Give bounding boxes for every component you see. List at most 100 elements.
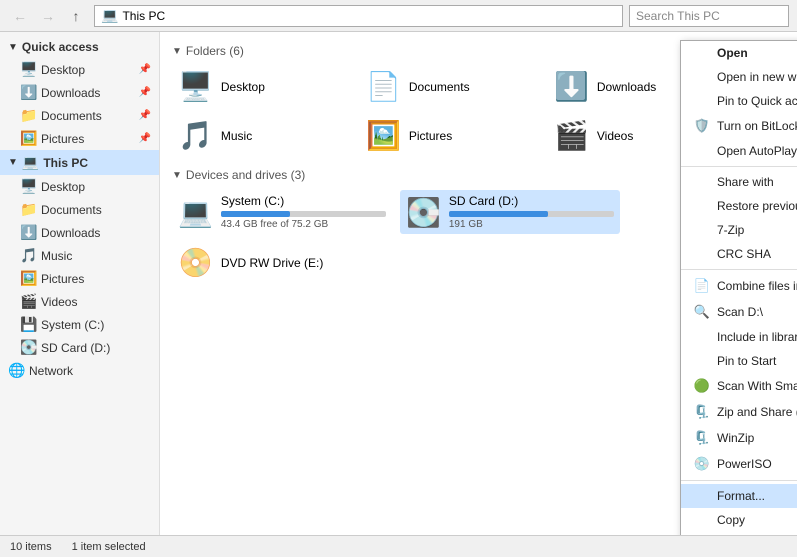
ctx-sep1 <box>681 166 797 167</box>
sidebar-item-videos-pc[interactable]: 🎬 Videos <box>0 290 159 313</box>
folder-documents-icon: 📄 <box>366 70 401 103</box>
network-label: Network <box>29 364 73 378</box>
sidebar-item-music-pc[interactable]: 🎵 Music <box>0 244 159 267</box>
address-bar-text: This PC <box>122 9 165 23</box>
sidebar-item-systemc-pc[interactable]: 💾 System (C:) <box>0 313 159 336</box>
pin-icon: 📌 <box>139 110 151 121</box>
sidebar-item-pictures-qa[interactable]: 🖼️ Pictures 📌 <box>0 127 159 150</box>
folder-pictures[interactable]: 🖼️ Pictures <box>360 115 540 156</box>
folder-desktop-icon: 🖥️ <box>178 70 213 103</box>
pin-icon: 📌 <box>139 87 151 98</box>
statusbar-items: 10 items <box>10 541 52 553</box>
sidebar-label: System (C:) <box>41 318 104 332</box>
folder-name: Downloads <box>597 80 656 94</box>
drive-systemc-progress-bg <box>221 211 386 217</box>
ctx-winzip-icon: 🗜️ <box>693 430 711 446</box>
ctx-scan-smadav-label: Scan With Smadav <box>717 379 797 393</box>
drive-systemc-space: 43.4 GB free of 75.2 GB <box>221 219 386 230</box>
address-bar[interactable]: 💻 This PC <box>94 5 623 27</box>
ctx-open[interactable]: Open <box>681 41 797 65</box>
sidebar-item-desktop-pc[interactable]: 🖥️ Desktop <box>0 175 159 198</box>
ctx-format[interactable]: Format... <box>681 484 797 508</box>
drive-sdd[interactable]: 💽 SD Card (D:) 191 GB <box>400 190 620 234</box>
music-pc-icon: 🎵 <box>20 247 36 264</box>
folder-downloads-icon: ⬇️ <box>554 70 589 103</box>
ctx-crc-sha[interactable]: CRC SHA ► <box>681 242 797 266</box>
ctx-open-new-window[interactable]: Open in new window <box>681 65 797 89</box>
sidebar-item-desktop-qa[interactable]: 🖥️ Desktop 📌 <box>0 58 159 81</box>
ctx-winzip-express-label: Zip and Share (WinZip Express) <box>717 405 797 419</box>
folder-music[interactable]: 🎵 Music <box>172 115 352 156</box>
sidebar-label: SD Card (D:) <box>41 341 110 355</box>
ctx-poweriso[interactable]: 💿 PowerISO ► <box>681 451 797 477</box>
sidebar-item-documents-pc[interactable]: 📁 Documents <box>0 198 159 221</box>
back-button[interactable]: ← <box>8 4 32 28</box>
ctx-pin-quick[interactable]: Pin to Quick access <box>681 89 797 113</box>
ctx-include-library[interactable]: Include in library ► <box>681 325 797 349</box>
drive-dvd-info: DVD RW Drive (E:) <box>221 256 386 270</box>
ctx-7zip-label: 7-Zip <box>717 223 744 237</box>
ctx-scan-d[interactable]: 🔍 Scan D:\ <box>681 299 797 325</box>
quick-access-header[interactable]: ▼ Quick access <box>0 36 159 58</box>
documents-icon: 📁 <box>20 107 36 124</box>
drive-systemc-icon: 💻 <box>178 196 213 229</box>
desktop-pc-icon: 🖥️ <box>20 178 36 195</box>
downloads-icon: ⬇️ <box>20 84 36 101</box>
sidebar-item-documents-qa[interactable]: 📁 Documents 📌 <box>0 104 159 127</box>
ctx-open-label: Open <box>717 46 748 60</box>
ctx-autoplay[interactable]: Open AutoPlay... <box>681 139 797 163</box>
folder-name: Music <box>221 129 252 143</box>
ctx-pin-start[interactable]: Pin to Start <box>681 349 797 373</box>
ctx-pin-quick-label: Pin to Quick access <box>717 94 797 108</box>
ctx-bitlocker-label: Turn on BitLocker <box>717 119 797 133</box>
documents-pc-icon: 📁 <box>20 201 36 218</box>
network-icon: 🌐 <box>8 362 24 379</box>
sidebar-item-downloads-pc[interactable]: ⬇️ Downloads <box>0 221 159 244</box>
drive-sdd-info: SD Card (D:) 191 GB <box>449 194 614 230</box>
sidebar-item-network[interactable]: 🌐 Network <box>0 359 159 382</box>
ctx-scan-d-icon: 🔍 <box>693 304 711 320</box>
ctx-share-with[interactable]: Share with ► <box>681 170 797 194</box>
pictures-icon: 🖼️ <box>20 130 36 147</box>
forward-button[interactable]: → <box>36 4 60 28</box>
drive-systemc-progress-fill <box>221 211 290 217</box>
ctx-poweriso-icon: 💿 <box>693 456 711 472</box>
folder-documents[interactable]: 📄 Documents <box>360 66 540 107</box>
ctx-bitlocker[interactable]: 🛡️ Turn on BitLocker <box>681 113 797 139</box>
folder-music-icon: 🎵 <box>178 119 213 152</box>
this-pc-header[interactable]: ▼ 💻 This PC <box>0 150 159 175</box>
ctx-copy[interactable]: Copy <box>681 508 797 532</box>
folder-desktop[interactable]: 🖥️ Desktop <box>172 66 352 107</box>
folder-videos-icon: 🎬 <box>554 119 589 152</box>
nav-buttons: ← → ↑ <box>8 4 88 28</box>
sidebar-label: Documents <box>41 203 102 217</box>
pin-icon: 📌 <box>139 133 151 144</box>
sidebar-label: Pictures <box>41 132 84 146</box>
sidebar-item-downloads-qa[interactable]: ⬇️ Downloads 📌 <box>0 81 159 104</box>
ctx-open-new-window-label: Open in new window <box>717 70 797 84</box>
sidebar-item-sdd-pc[interactable]: 💽 SD Card (D:) <box>0 336 159 359</box>
ctx-7zip[interactable]: 7-Zip ► <box>681 218 797 242</box>
sidebar: ▼ Quick access 🖥️ Desktop 📌 ⬇️ Downloads… <box>0 32 160 535</box>
up-button[interactable]: ↑ <box>64 4 88 28</box>
search-placeholder: Search This PC <box>636 9 720 23</box>
ctx-sep2 <box>681 269 797 270</box>
ctx-winzip[interactable]: 🗜️ WinZip ► <box>681 425 797 451</box>
sidebar-item-pictures-pc[interactable]: 🖼️ Pictures <box>0 267 159 290</box>
ctx-combine-acrobat[interactable]: 📄 Combine files in Acrobat... <box>681 273 797 299</box>
ctx-restore[interactable]: Restore previous versions <box>681 194 797 218</box>
folders-header-label: Folders (6) <box>186 44 244 58</box>
drive-dvd[interactable]: 📀 DVD RW Drive (E:) <box>172 242 392 283</box>
ctx-winzip-express[interactable]: 🗜️ Zip and Share (WinZip Express) <box>681 399 797 425</box>
ctx-crc-sha-label: CRC SHA <box>717 247 771 261</box>
ctx-share-with-label: Share with <box>717 175 774 189</box>
drive-sdd-name: SD Card (D:) <box>449 194 614 208</box>
sidebar-label: Pictures <box>41 272 84 286</box>
ctx-restore-label: Restore previous versions <box>717 199 797 213</box>
drive-systemc[interactable]: 💻 System (C:) 43.4 GB free of 75.2 GB <box>172 190 392 234</box>
ctx-scan-smadav[interactable]: 🟢 Scan With Smadav <box>681 373 797 399</box>
search-bar[interactable]: Search This PC <box>629 5 789 27</box>
content-area: ▼ Folders (6) 🖥️ Desktop 📄 Documents ⬇️ … <box>160 32 797 535</box>
ctx-include-library-label: Include in library <box>717 330 797 344</box>
folder-pictures-icon: 🖼️ <box>366 119 401 152</box>
